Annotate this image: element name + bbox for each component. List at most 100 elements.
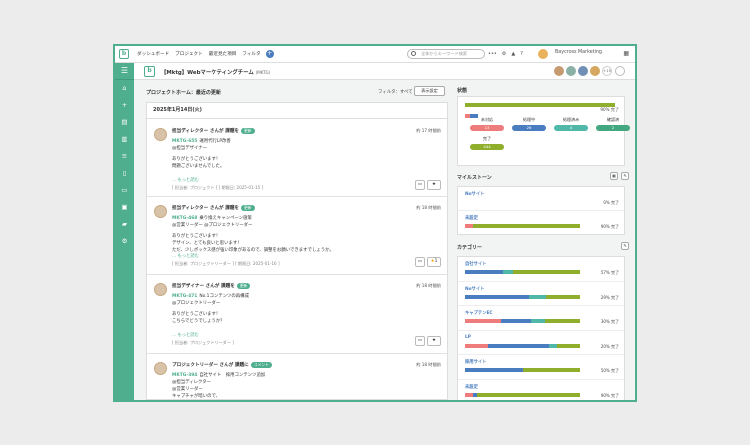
- space-name[interactable]: Baycross Marketing: [555, 50, 602, 55]
- activity-time: 約 18 時間前: [416, 283, 441, 288]
- project-logo-icon: b: [144, 66, 155, 77]
- read-more-link[interactable]: ... もっと読む: [172, 332, 199, 338]
- calendar-icon[interactable]: ▦: [610, 172, 618, 180]
- project-title[interactable]: 【Mktg】Webマーケティングチーム (MKTG): [161, 68, 270, 76]
- apps-grid-icon[interactable]: ▦: [623, 50, 629, 57]
- status-confirmed[interactable]: 確認済 2: [596, 117, 630, 131]
- category-row[interactable]: LP 20% 完了: [458, 331, 624, 355]
- nav-filter[interactable]: フィルタ: [242, 51, 260, 57]
- comment-button[interactable]: ▭: [415, 180, 425, 190]
- edit-icon[interactable]: ✎: [621, 242, 629, 250]
- project-search-icon[interactable]: [615, 66, 625, 76]
- category-actions: ✎: [621, 242, 629, 250]
- category-row[interactable]: 採用サイト 50% 完了: [458, 355, 624, 380]
- board-icon[interactable]: ▥: [115, 131, 134, 148]
- avatar[interactable]: [154, 283, 167, 296]
- project-members[interactable]: +15: [554, 66, 612, 76]
- comment-button[interactable]: ▭: [415, 257, 425, 267]
- activity-summary: 担当ディレクター さんが 課題を 更新: [172, 128, 255, 134]
- add-button[interactable]: +: [265, 50, 274, 58]
- read-more-link[interactable]: ... もっと読む: [172, 177, 199, 183]
- activity-item: 担当ディレクター さんが 課題を 更新 約 18 時間前 MKTG-468 乗り換え…: [147, 197, 447, 275]
- avatar[interactable]: [154, 362, 167, 375]
- star-button[interactable]: ★: [427, 336, 441, 346]
- activity-body: ありがとうございます！ 問題ございませんでした。: [172, 157, 225, 169]
- category-row[interactable]: 未設定 90% 完了: [458, 380, 624, 401]
- star-button[interactable]: ★: [427, 180, 441, 190]
- git-icon[interactable]: ▰: [115, 216, 134, 233]
- activity-summary: 担当ディレクター さんが 課題を 更新: [172, 205, 255, 211]
- settings-icon[interactable]: ⚙: [502, 51, 506, 57]
- milestone-title: マイルストーン: [457, 175, 492, 181]
- category-row[interactable]: キャプテンEC 30% 完了: [458, 306, 624, 331]
- help-icon[interactable]: ?: [520, 51, 523, 57]
- global-search-input[interactable]: 全体からキーワード検索: [407, 49, 485, 59]
- status-done-percent: 90% 完了: [600, 107, 619, 112]
- documents-icon[interactable]: ▯: [115, 165, 134, 182]
- project-header: b 【Mktg】Webマーケティングチーム (MKTG) +15: [134, 63, 635, 80]
- mention-text: @営業リーダー @プロジェクトリーダー: [172, 223, 253, 228]
- issue-link[interactable]: MKTG-468 乗り換えキャンペーン施策: [172, 215, 252, 221]
- milestone-row[interactable]: Noサイト 0% 完了: [458, 187, 624, 211]
- activity-time: 約 18 時間前: [416, 205, 441, 210]
- issue-meta: [ 担当者: プロジェクトリーダー ]: [172, 340, 234, 345]
- activity-time: 約 18 時間前: [416, 362, 441, 367]
- member-count-badge[interactable]: +15: [602, 66, 612, 76]
- activity-feed: 2025年1月14日(火) 担当ディレクター さんが 課題を 更新 約 17 時間…: [146, 102, 448, 400]
- comment-button[interactable]: ▭: [415, 336, 425, 346]
- issue-link[interactable]: MKTG-394 自社サイト 採用コンテンツ追加: [172, 372, 265, 378]
- comment-badge: コメント: [250, 362, 272, 368]
- search-icon: [411, 51, 416, 56]
- nav-recent[interactable]: 最近見た項目: [209, 51, 237, 57]
- app-window: b ダッシュボード プロジェクト 最近見た項目 フィルタ + 全体からキーワード…: [113, 44, 637, 402]
- notification-icon[interactable]: ▲: [511, 51, 515, 57]
- header-icons: ••• ⚙ ▲ ?: [488, 51, 523, 57]
- category-row[interactable]: Noサイト 29% 完了: [458, 282, 624, 306]
- user-avatar[interactable]: [538, 49, 548, 59]
- display-settings-button[interactable]: 表示設定: [414, 86, 445, 96]
- issues-icon[interactable]: ▤: [115, 114, 134, 131]
- category-title: カテゴリー: [457, 245, 483, 251]
- status-in-progress[interactable]: 処理中 26: [512, 117, 546, 131]
- activity-actions: ▭ ★: [415, 336, 441, 346]
- files-icon[interactable]: ▣: [115, 199, 134, 216]
- menu-icon[interactable]: ☰: [115, 63, 134, 80]
- nav-projects[interactable]: プロジェクト: [175, 51, 203, 57]
- activity-panel: プロジェクトホーム：最近の更新 フィルタ：すべて 表示設定 2025年1月14日…: [134, 80, 450, 400]
- wiki-icon[interactable]: ▭: [115, 182, 134, 199]
- mention-text: @担当デザイナー: [172, 146, 208, 151]
- member-avatar[interactable]: [590, 66, 600, 76]
- backlog-logo-icon[interactable]: b: [119, 49, 129, 59]
- read-more-link[interactable]: ... もっと読む: [172, 253, 199, 259]
- status-resolved[interactable]: 処理済み 4: [554, 117, 588, 131]
- update-badge: 更新: [236, 283, 251, 289]
- home-icon[interactable]: ⌂: [115, 80, 134, 97]
- project-settings-icon[interactable]: ⚙: [115, 233, 134, 250]
- member-avatar[interactable]: [554, 66, 564, 76]
- issue-link[interactable]: MKTG-655 運用代行LP改善: [172, 138, 231, 144]
- edit-icon[interactable]: ✎: [621, 172, 629, 180]
- category-card: 自社サイト 57% 完了 Noサイト 29% 完了 キャプテンEC 30% 完了…: [457, 256, 625, 401]
- milestone-actions: ▦ ✎: [610, 172, 629, 180]
- status-not-started[interactable]: 未対応 13: [470, 117, 504, 131]
- activity-body: ありがとうございます！ デザイン、とても良いと思います！ ただ、少しボックス感が…: [172, 234, 334, 253]
- member-avatar[interactable]: [578, 66, 588, 76]
- page-title: プロジェクトホーム：最近の更新: [146, 90, 221, 96]
- nav-dashboard[interactable]: ダッシュボード: [137, 51, 169, 57]
- activity-item: 担当ディレクター さんが 課題を 更新 約 17 時間前 MKTG-655 運用代行…: [147, 120, 447, 197]
- category-row[interactable]: 自社サイト 57% 完了: [458, 257, 624, 282]
- gantt-icon[interactable]: ≡: [115, 148, 134, 165]
- member-avatar[interactable]: [566, 66, 576, 76]
- avatar[interactable]: [154, 128, 167, 141]
- issue-link[interactable]: MKTG-471 No.1コンテンツの再構成: [172, 293, 249, 299]
- mention-text: @担当ディレクター: [172, 380, 212, 385]
- status-closed[interactable]: 完了 444: [470, 136, 504, 150]
- avatar[interactable]: [154, 205, 167, 218]
- activity-summary: 担当デザイナー さんが 課題を 更新: [172, 283, 251, 289]
- add-issue-icon[interactable]: +: [115, 97, 134, 114]
- filter-dropdown[interactable]: フィルタ：すべて: [378, 89, 413, 95]
- milestone-row[interactable]: 未設定 90% 完了: [458, 211, 624, 235]
- star-button[interactable]: ★1: [427, 257, 441, 267]
- activity-body: @営業リーダー キャプチャが暗いので、: [172, 387, 221, 399]
- more-icon[interactable]: •••: [488, 51, 497, 57]
